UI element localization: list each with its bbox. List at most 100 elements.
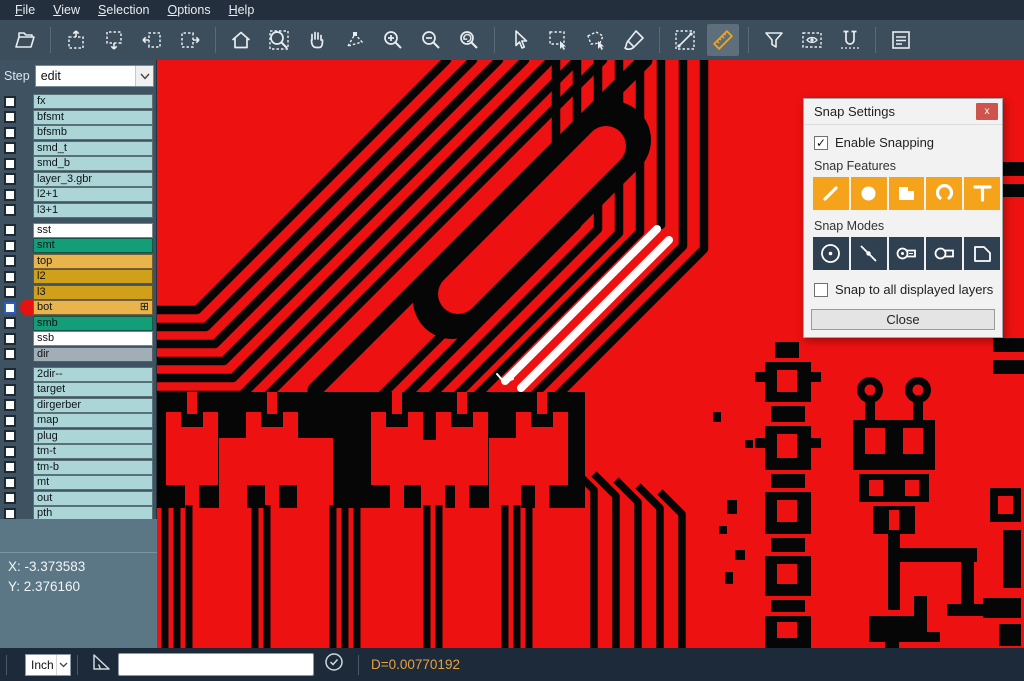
layer-visibility-checkbox[interactable] [4,461,16,473]
layer-name-field[interactable]: smd_t [33,141,153,156]
menu-item-file[interactable]: File [6,1,44,19]
pan-left-icon[interactable] [136,24,168,56]
layer-row-sst[interactable]: sst [0,223,156,238]
layer-visibility-checkbox[interactable] [4,142,16,154]
snap-circle-button[interactable] [851,177,887,210]
highlight-eye-icon[interactable] [796,24,828,56]
layer-name-field[interactable]: l2 [33,269,153,284]
layer-row-smd_t[interactable]: smd_t [0,141,156,156]
layer-row-l2+1[interactable]: l2+1 [0,187,156,202]
layer-name-field[interactable]: top [33,254,153,269]
ruler-icon[interactable] [707,24,739,56]
layer-visibility-checkbox[interactable] [4,384,16,396]
layer-row-top[interactable]: top [0,254,156,269]
units-dropdown[interactable]: Inch [25,654,71,676]
enable-snapping-checkbox[interactable]: ✓ [814,136,828,150]
measure-input[interactable] [118,653,314,676]
snap-arc-button[interactable] [926,177,962,210]
layer-row-mt[interactable]: mt [0,475,156,490]
layer-visibility-checkbox[interactable] [4,368,16,380]
snap-slot-outline-button[interactable] [926,237,962,270]
layers-panel-icon[interactable] [885,24,917,56]
menu-item-options[interactable]: Options [158,1,219,19]
layer-visibility-checkbox[interactable] [4,333,16,345]
layer-row-bot[interactable]: bot⊞ [0,300,156,315]
layer-row-l3[interactable]: l3 [0,285,156,300]
menu-item-selection[interactable]: Selection [89,1,158,19]
snap-line-button[interactable] [813,177,849,210]
layer-name-field[interactable]: smb [33,316,153,331]
zoom-out-icon[interactable] [415,24,447,56]
step-dropdown[interactable]: edit [35,65,154,87]
layer-row-smd_b[interactable]: smd_b [0,156,156,171]
layer-name-field[interactable]: tm-b [33,460,153,475]
vertex-zoom-icon[interactable] [339,24,371,56]
layer-row-target[interactable]: target [0,382,156,397]
layer-name-field[interactable]: ssb [33,331,153,346]
layer-name-field[interactable]: map [33,413,153,428]
brush-select-icon[interactable] [618,24,650,56]
menu-item-help[interactable]: Help [220,1,264,19]
layer-visibility-checkbox[interactable] [4,302,16,314]
layer-row-l2[interactable]: l2 [0,269,156,284]
pan-up-icon[interactable] [60,24,92,56]
select-arrow-icon[interactable] [504,24,536,56]
layer-row-map[interactable]: map [0,413,156,428]
layer-visibility-checkbox[interactable] [4,111,16,123]
layer-name-field[interactable]: sst [33,223,153,238]
dialog-close-icon[interactable]: x [976,103,998,120]
layer-name-field[interactable]: smt [33,238,153,253]
layer-row-ssb[interactable]: ssb [0,331,156,346]
layer-visibility-checkbox[interactable] [4,240,16,252]
snap-point-on-line-button[interactable] [851,237,887,270]
layer-name-field[interactable]: l3+1 [33,203,153,218]
confirm-sync-icon[interactable] [324,652,344,677]
layer-row-bfsmb[interactable]: bfsmb [0,125,156,140]
chevron-down-icon[interactable] [135,66,153,86]
layer-visibility-checkbox[interactable] [4,127,16,139]
layer-visibility-checkbox[interactable] [4,430,16,442]
grid-icon[interactable]: ⊞ [140,301,149,314]
layer-visibility-checkbox[interactable] [4,348,16,360]
layer-name-field[interactable]: smd_b [33,156,153,171]
folder-open-icon[interactable] [9,24,41,56]
layer-row-layer_3.gbr[interactable]: layer_3.gbr [0,172,156,187]
snap-all-layers-checkbox[interactable] [814,283,828,297]
poly-select-icon[interactable] [580,24,612,56]
layer-name-field[interactable]: tm-t [33,444,153,459]
layer-name-field[interactable]: l2+1 [33,187,153,202]
layer-name-field[interactable]: bfsmb [33,125,153,140]
layer-name-field[interactable]: plug [33,429,153,444]
layer-visibility-checkbox[interactable] [4,492,16,504]
layer-visibility-checkbox[interactable] [4,446,16,458]
snap-surface-button[interactable] [889,177,925,210]
menu-item-view[interactable]: View [44,1,89,19]
layer-visibility-checkbox[interactable] [4,399,16,411]
layer-visibility-checkbox[interactable] [4,158,16,170]
layer-row-smb[interactable]: smb [0,316,156,331]
layer-row-dir[interactable]: dir [0,347,156,362]
layer-row-tm-b[interactable]: tm-b [0,460,156,475]
layer-row-bfsmt[interactable]: bfsmt [0,110,156,125]
filter-funnel-icon[interactable] [758,24,790,56]
layer-name-field[interactable]: out [33,491,153,506]
layer-row-out[interactable]: out [0,491,156,506]
zoom-in-icon[interactable] [377,24,409,56]
home-icon[interactable] [225,24,257,56]
layer-visibility-checkbox[interactable] [4,204,16,216]
layer-row-smt[interactable]: smt [0,238,156,253]
zoom-previous-icon[interactable] [453,24,485,56]
layer-visibility-checkbox[interactable] [4,255,16,267]
layer-visibility-checkbox[interactable] [4,96,16,108]
layer-visibility-checkbox[interactable] [4,477,16,489]
layer-row-fx[interactable]: fx [0,94,156,109]
pan-right-icon[interactable] [174,24,206,56]
layer-name-field[interactable]: dir [33,347,153,362]
layer-name-field[interactable]: layer_3.gbr [33,172,153,187]
layer-visibility-checkbox[interactable] [4,508,16,520]
snap-text-button[interactable] [964,177,1000,210]
layer-visibility-checkbox[interactable] [4,286,16,298]
pan-down-icon[interactable] [98,24,130,56]
layer-name-field[interactable]: fx [33,94,153,109]
layer-row-l3+1[interactable]: l3+1 [0,203,156,218]
